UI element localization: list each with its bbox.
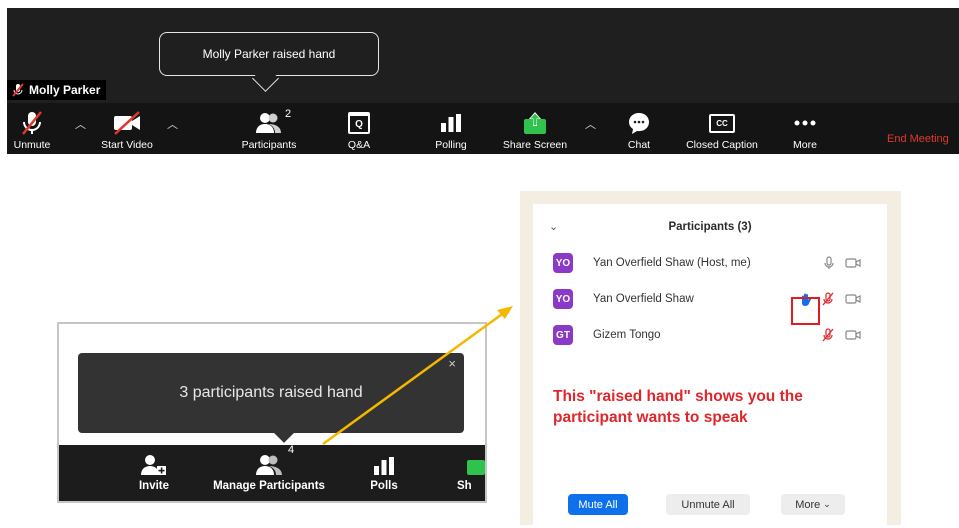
end-meeting-button[interactable]: End Meeting (887, 133, 949, 145)
more-icon (794, 120, 816, 126)
raised-hands-text: 3 participants raised hand (179, 384, 363, 401)
unmute-button[interactable]: Unmute (7, 105, 57, 151)
share-screen-label: Share Screen (502, 139, 568, 151)
share-label: Sh (457, 480, 472, 492)
participant-row[interactable]: YO Yan Overfield Shaw (553, 288, 873, 310)
participant-name: Yan Overfield Shaw (593, 293, 694, 305)
qa-button[interactable]: Q Q&A (341, 105, 377, 151)
more-options-button[interactable]: More ⌄ (781, 494, 845, 515)
share-icon (467, 460, 485, 475)
raised-hand-notification: Molly Parker raised hand (159, 32, 379, 92)
qa-label: Q&A (347, 139, 371, 151)
meeting-toolbar: Molly Parker raised hand Molly Parker Un… (7, 8, 959, 154)
mic-muted-icon (12, 83, 24, 97)
chevron-down-icon: ⌄ (823, 499, 831, 509)
badge-name: Molly Parker (29, 83, 101, 97)
polling-label: Polling (435, 139, 467, 151)
mute-all-button[interactable]: Mute All (568, 494, 628, 515)
close-icon[interactable]: × (448, 356, 456, 371)
avatar: YO (553, 289, 573, 309)
video-off-icon (114, 111, 140, 135)
video-icon[interactable] (845, 293, 861, 305)
start-video-button[interactable]: Start Video (93, 105, 161, 151)
participants-count: 2 (285, 108, 292, 120)
notification-tail (252, 65, 279, 92)
manage-participants-button[interactable]: 4 Manage Participants (199, 444, 339, 492)
invite-icon (141, 455, 166, 475)
invite-label: Invite (138, 480, 170, 492)
manage-participants-label: Manage Participants (213, 480, 325, 492)
notification-text: Molly Parker raised hand (202, 47, 336, 61)
video-options-caret[interactable]: ︿ (167, 116, 178, 132)
participant-name: Gizem Tongo (593, 329, 661, 341)
participants-button[interactable]: 2 Participants (233, 105, 305, 151)
participants-panel: ⌄ Participants (3) YO Yan Overfield Shaw… (533, 204, 887, 525)
polling-button[interactable]: Polling (429, 105, 473, 151)
mic-icon[interactable] (823, 256, 835, 270)
participant-row[interactable]: GT Gizem Tongo (553, 324, 873, 346)
mic-muted-icon (22, 111, 42, 135)
raised-hands-notification: 3 participants raised hand × (78, 353, 464, 443)
participant-name: Yan Overfield Shaw (Host, me) (593, 257, 751, 269)
video-icon[interactable] (845, 329, 861, 341)
more-options-label: More (795, 498, 821, 511)
participant-row[interactable]: YO Yan Overfield Shaw (Host, me) (553, 252, 873, 274)
more-label: More (793, 139, 817, 151)
closed-caption-button[interactable]: CC Closed Caption (677, 105, 767, 151)
arrow-head (497, 306, 513, 319)
participants-icon (256, 113, 281, 133)
invite-button[interactable]: Invite (129, 450, 179, 492)
unmute-label: Unmute (13, 139, 51, 151)
polls-icon (374, 457, 394, 475)
raised-hand-explanation: This "raised hand" shows you the partici… (553, 388, 803, 426)
audio-options-caret[interactable]: ︿ (75, 116, 86, 132)
participants-label: Participants (241, 139, 297, 151)
unmute-all-button[interactable]: Unmute All (666, 494, 750, 515)
share-options-caret[interactable]: ︿ (585, 116, 596, 132)
avatar: YO (553, 253, 573, 273)
chat-button[interactable]: Chat (621, 105, 657, 151)
mic-muted-icon[interactable] (821, 328, 835, 342)
manage-participants-count: 4 (288, 444, 295, 456)
closed-caption-label: Closed Caption (686, 139, 758, 151)
cc-icon: CC (709, 113, 735, 133)
polls-label: Polls (370, 480, 398, 492)
share-button[interactable]: Sh (457, 450, 485, 492)
video-name-badge: Molly Parker (7, 80, 107, 100)
polls-button[interactable]: Polls (364, 450, 404, 492)
participants-panel-screenshot: ⌄ Participants (3) YO Yan Overfield Shaw… (520, 191, 901, 525)
avatar: GT (553, 325, 573, 345)
share-screen-icon (524, 112, 546, 134)
notification-tail (274, 423, 294, 443)
chat-icon (629, 113, 649, 134)
raised-hand-highlight-box (791, 297, 820, 325)
video-icon[interactable] (845, 257, 861, 269)
chat-label: Chat (627, 139, 651, 151)
qa-icon: Q (348, 112, 370, 134)
more-button[interactable]: More (787, 105, 823, 151)
participants-icon (256, 455, 282, 475)
mic-muted-icon[interactable] (821, 292, 835, 306)
mini-toolbar-screenshot: 3 participants raised hand × Invite 4 Ma… (57, 322, 487, 503)
start-video-label: Start Video (101, 139, 153, 151)
share-screen-button[interactable]: Share Screen (495, 105, 575, 151)
polling-icon (441, 114, 461, 132)
participants-panel-title: Participants (3) (668, 221, 752, 233)
